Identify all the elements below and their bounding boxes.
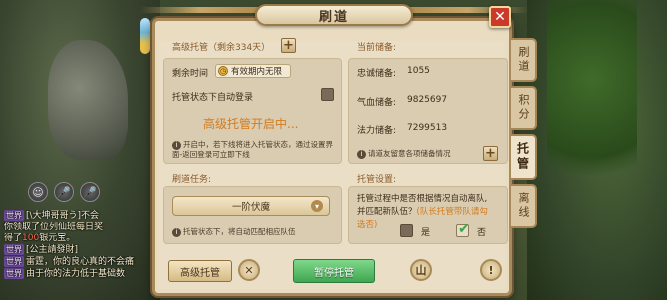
hosting-settings-title: 托管设置:: [357, 175, 397, 185]
title-ornament-left: [140, 7, 260, 13]
task-title: 刷道任务:: [172, 175, 212, 185]
remaining-time-value: 有效期内无限: [231, 67, 283, 77]
mp-reserve-value: 7299513: [407, 123, 448, 133]
mp-reserve-label: 法力储备:: [357, 126, 397, 136]
tab-points[interactable]: 积分: [511, 86, 537, 130]
chat-message: 世界 雷霆，你的良心真的不会痛: [4, 256, 135, 267]
channel-badge: 世界: [4, 210, 24, 221]
checkmark-icon: ✔: [458, 221, 470, 237]
voice-icon[interactable]: 🎤: [54, 182, 74, 202]
hosting-status-text: 高级托管开启中...: [203, 117, 299, 131]
tab-shuadao[interactable]: 刷道: [511, 38, 537, 82]
hp-reserve-label: 气血储备:: [357, 98, 397, 108]
close-button[interactable]: ✕: [489, 6, 511, 28]
info-icon: i: [172, 227, 181, 237]
team-icon[interactable]: 山: [410, 259, 432, 281]
info-button[interactable]: !: [480, 259, 502, 281]
clock-icon: ◷: [218, 66, 228, 76]
background-rock: [48, 40, 128, 160]
task-selected-value: 一阶伏魔: [231, 202, 270, 213]
no-checkbox[interactable]: ✔: [456, 221, 470, 237]
settings-tools-icon[interactable]: ✕: [238, 259, 260, 281]
tab-offline[interactable]: 离线: [511, 184, 537, 228]
remaining-time-badge: ◷ 有效期内无限: [215, 64, 291, 78]
emoji-icon[interactable]: ☺: [28, 182, 48, 202]
yes-checkbox[interactable]: [400, 224, 413, 237]
loyalty-reserve-label: 忠诚储备:: [357, 69, 397, 79]
gourd-ornament-icon: [140, 18, 150, 54]
task-note: i 托管状态下，将自动匹配相应队伍: [172, 227, 296, 237]
info-icon: i: [357, 149, 366, 159]
chat-message: 你领取了位列仙班每日奖: [4, 222, 104, 232]
chat-message: 世界 [公主請發財]: [4, 244, 79, 255]
hosting-note: i 开启中，若下线将进入托管状态，通过设置界面-返回登录可立即下线: [172, 140, 333, 159]
add-days-button[interactable]: +: [281, 38, 296, 53]
task-select[interactable]: 一阶伏魔 ▾: [172, 196, 330, 216]
channel-badge: 世界: [4, 244, 24, 255]
info-icon: i: [172, 140, 181, 150]
auto-login-checkbox[interactable]: [321, 88, 334, 101]
advanced-hosting-button[interactable]: 高级托管: [168, 260, 232, 282]
loyalty-reserve-value: 1055: [407, 66, 430, 76]
voice-icon[interactable]: 🎤: [80, 182, 100, 202]
auto-login-label: 托管状态下自动登录: [172, 93, 254, 103]
chat-toolbar: ☺ 🎤 🎤: [28, 182, 100, 202]
pause-hosting-button[interactable]: 暂停托管: [293, 259, 375, 283]
chat-message: 世界 由于你的法力低于基础数: [4, 268, 126, 279]
no-label: 否: [477, 228, 487, 238]
yes-label: 是: [421, 228, 431, 238]
chat-log[interactable]: 世界 [\大坤哥哥う]不会 你领取了位列仙班每日奖 得了100银元宝。 世界 [公主…: [0, 210, 165, 300]
tab-hosting[interactable]: 托管: [511, 134, 537, 180]
chat-message: 得了100银元宝。: [4, 233, 76, 243]
advanced-hosting-title: 高级托管（剩余334天）: [172, 43, 271, 53]
dialog-title: 刷道: [318, 9, 349, 25]
channel-badge: 世界: [4, 268, 24, 279]
hp-reserve-value: 9825697: [407, 95, 448, 105]
remaining-time-label: 剩余时间: [172, 69, 209, 79]
reserves-title: 当前储备:: [357, 43, 397, 53]
add-reserve-button[interactable]: +: [483, 146, 498, 161]
reserves-note: i 请道友留意各项储备情况: [357, 149, 451, 159]
chat-message: 世界 [\大坤哥哥う]不会: [4, 210, 100, 221]
dialog-title-plate: 刷道: [255, 4, 413, 26]
chevron-down-icon: ▾: [311, 200, 323, 212]
channel-badge: 世界: [4, 256, 24, 267]
background-tree: [547, 0, 637, 200]
